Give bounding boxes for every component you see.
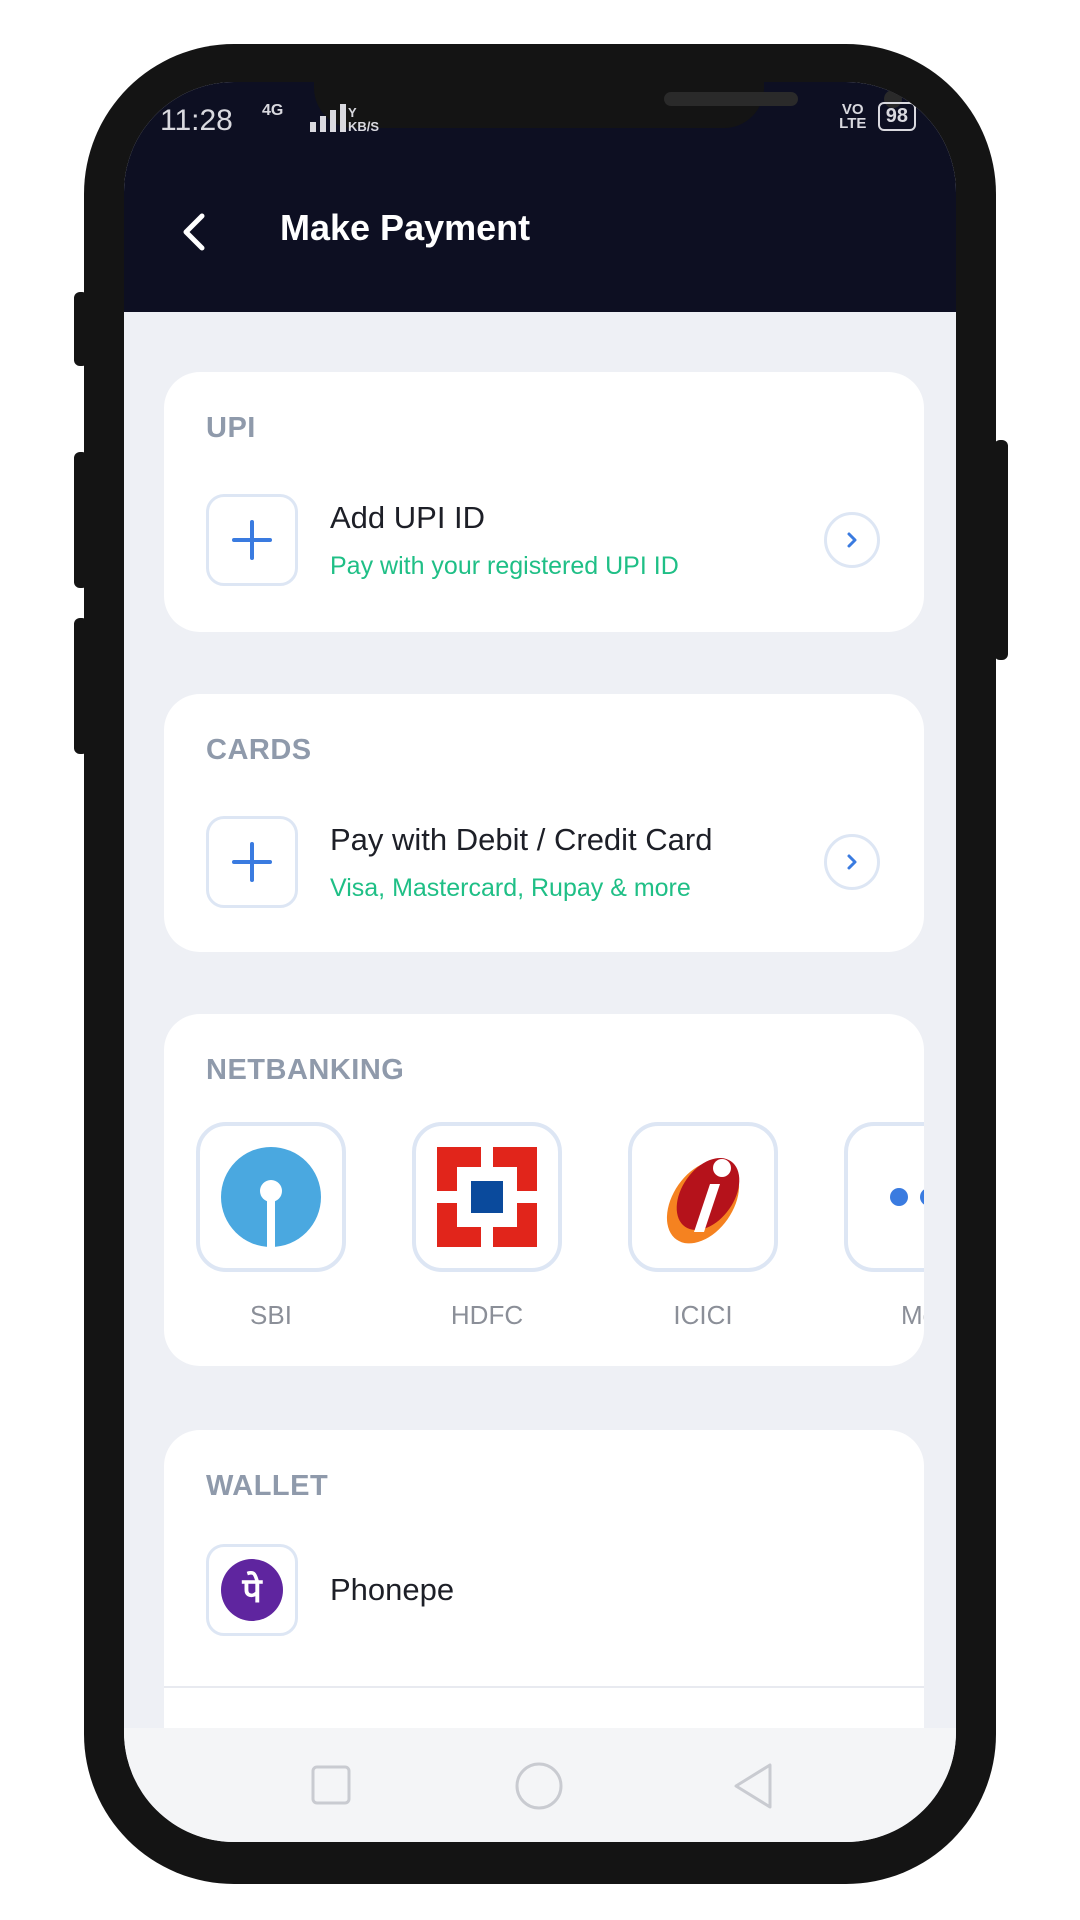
chevron-right-icon[interactable] bbox=[824, 834, 880, 890]
divider bbox=[164, 1686, 924, 1688]
status-time: 11:28 bbox=[160, 104, 233, 137]
netbanking-card: NETBANKING SBI HDFC ICICI M bbox=[164, 1014, 924, 1366]
bank-label-sbi: SBI bbox=[250, 1300, 292, 1330]
upi-section-title: UPI bbox=[206, 412, 256, 444]
recent-apps-icon[interactable] bbox=[310, 1764, 352, 1806]
network-speed: Y KB/S bbox=[348, 105, 380, 134]
bank-sbi[interactable] bbox=[196, 1122, 346, 1272]
bank-label-hdfc: HDFC bbox=[450, 1300, 524, 1330]
back-arrow-icon[interactable] bbox=[174, 202, 214, 262]
phone-screen: 11:28 4G Y KB/S VO LTE 98 Make Payment U… bbox=[124, 82, 956, 1842]
battery-icon: 98 bbox=[877, 102, 916, 131]
wallet-label-phonepe[interactable]: Phonepe bbox=[330, 1572, 454, 1608]
wallet-card: WALLET पे Phonepe bbox=[164, 1430, 924, 1750]
add-card-plus-icon[interactable] bbox=[206, 816, 298, 908]
sbi-logo-icon bbox=[221, 1147, 321, 1247]
volte-icon: VO LTE bbox=[839, 100, 867, 132]
signal-icon bbox=[310, 104, 346, 132]
card-pay-title[interactable]: Pay with Debit / Credit Card bbox=[330, 822, 712, 858]
wallet-item-phonepe[interactable]: पे bbox=[206, 1544, 298, 1636]
add-upi-title[interactable]: Add UPI ID bbox=[330, 500, 485, 536]
bank-label-icici: ICICI bbox=[673, 1300, 733, 1330]
power-button bbox=[994, 440, 1008, 660]
app-header: 11:28 4G Y KB/S VO LTE 98 Make Payment bbox=[124, 82, 956, 312]
phonepe-logo-icon: पे bbox=[221, 1559, 283, 1621]
cards-card: CARDS Pay with Debit / Credit Card Visa,… bbox=[164, 694, 924, 952]
speaker bbox=[664, 92, 798, 106]
card-pay-subtitle: Visa, Mastercard, Rupay & more bbox=[330, 874, 691, 902]
home-icon[interactable] bbox=[514, 1761, 564, 1811]
bank-hdfc[interactable] bbox=[412, 1122, 562, 1272]
network-type: 4G bbox=[262, 102, 284, 119]
upi-card: UPI Add UPI ID Pay with your registered … bbox=[164, 372, 924, 632]
icici-logo-icon bbox=[666, 1157, 740, 1244]
system-nav-bar bbox=[124, 1728, 956, 1842]
bank-label-more: Mo bbox=[900, 1300, 924, 1330]
phonepe-glyph: पे bbox=[241, 1570, 263, 1611]
bank-icici[interactable] bbox=[628, 1122, 778, 1272]
page-title: Make Payment bbox=[280, 207, 531, 248]
status-right: VO LTE 98 bbox=[838, 102, 916, 131]
cards-section-title: CARDS bbox=[206, 734, 312, 766]
hdfc-logo-icon bbox=[437, 1147, 537, 1247]
back-triangle-icon[interactable] bbox=[730, 1761, 776, 1811]
chevron-right-icon[interactable] bbox=[824, 512, 880, 568]
more-icon bbox=[890, 1188, 924, 1206]
add-upi-plus-icon[interactable] bbox=[206, 494, 298, 586]
add-upi-subtitle: Pay with your registered UPI ID bbox=[330, 552, 679, 580]
bank-more[interactable] bbox=[844, 1122, 924, 1272]
netbanking-section-title: NETBANKING bbox=[206, 1054, 405, 1086]
wallet-section-title: WALLET bbox=[206, 1470, 329, 1502]
